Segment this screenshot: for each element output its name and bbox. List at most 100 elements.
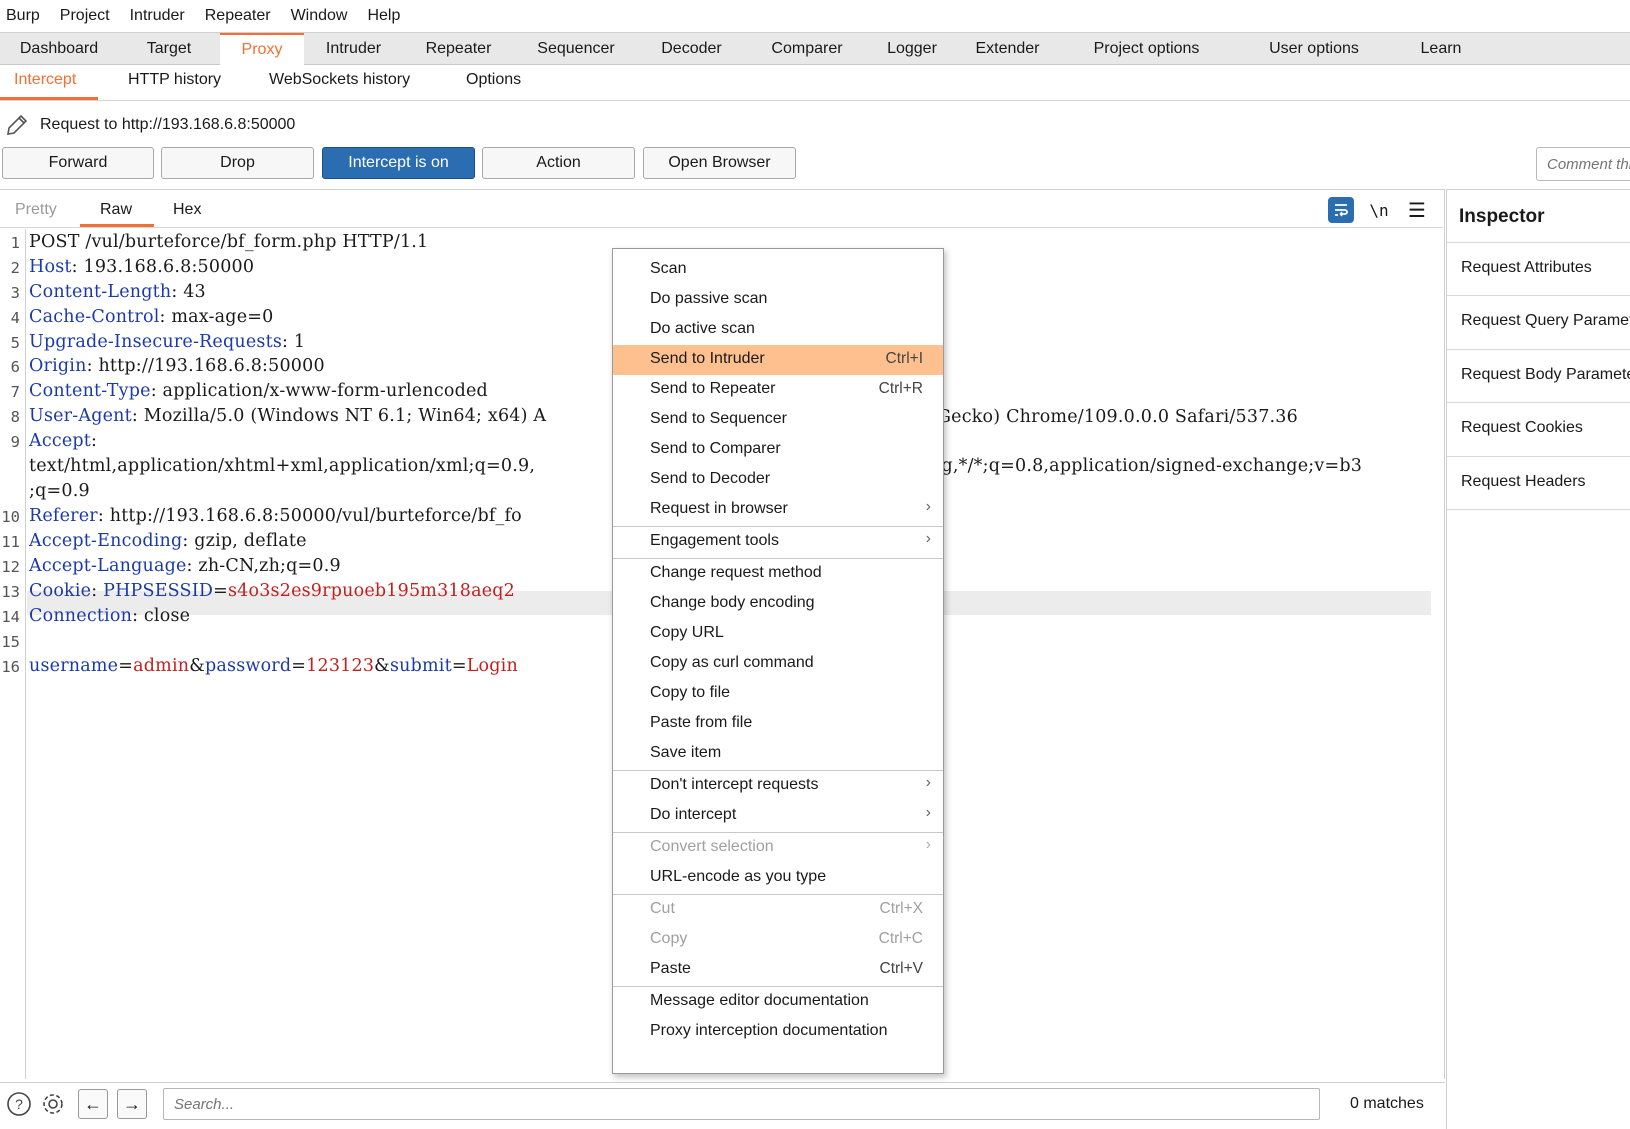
menu-item-label: URL-encode as you type: [650, 868, 827, 885]
code-text: : 1: [282, 332, 306, 352]
word-wrap-icon[interactable]: [1328, 197, 1354, 223]
inspector-request-headers[interactable]: Request Headers: [1447, 456, 1630, 510]
main-tab-dashboard[interactable]: Dashboard: [0, 33, 118, 65]
main-tab-comparer[interactable]: Comparer: [745, 33, 869, 65]
param-value: Login: [466, 656, 518, 676]
main-tab-intruder[interactable]: Intruder: [304, 33, 403, 65]
context-menu-item-copy-url[interactable]: Copy URL: [613, 619, 943, 649]
main-tab-decoder[interactable]: Decoder: [638, 33, 745, 65]
show-newlines-icon[interactable]: \n: [1366, 197, 1392, 223]
menu-intruder[interactable]: Intruder: [124, 7, 195, 25]
context-menu-item-do-active-scan[interactable]: Do active scan: [613, 315, 943, 345]
action-button[interactable]: Action: [482, 147, 635, 179]
forward-button[interactable]: Forward: [2, 147, 154, 179]
comment-input[interactable]: [1536, 147, 1630, 181]
code-line: Accept-Encoding: gzip, deflate: [29, 531, 307, 551]
context-menu-item-send-to-sequencer[interactable]: Send to Sequencer: [613, 405, 943, 435]
main-tab-logger[interactable]: Logger: [869, 33, 955, 65]
context-menu-item-send-to-intruder[interactable]: Send to Intruder Ctrl+I: [613, 345, 943, 375]
context-menu-item-message-editor-documentation[interactable]: Message editor documentation: [613, 987, 943, 1017]
code-line: text/html,application/xhtml+xml,applicat…: [29, 456, 535, 476]
main-tab-repeater[interactable]: Repeater: [403, 33, 514, 65]
menu-project[interactable]: Project: [54, 7, 120, 25]
code-text: : Mozilla/5.0 (Windows NT 6.1; Win64; x6…: [131, 406, 547, 426]
line-number: 12: [1, 558, 20, 576]
line-number: 15: [1, 633, 20, 651]
menu-item-label: Send to Repeater: [650, 380, 776, 397]
line-number-gutter: 1 2 3 4 5 6 7 8 9 10 11 12 13 14 15 16: [0, 229, 26, 1079]
code-line: Content-Length: 43: [29, 282, 206, 302]
sub-tab-websockets-history[interactable]: WebSockets history: [269, 71, 410, 89]
context-menu-item-do-intercept[interactable]: Do intercept ›: [613, 801, 943, 831]
code-text: : max-age=0: [159, 307, 274, 327]
main-tab-proxy[interactable]: Proxy: [220, 33, 304, 65]
inspector-request-body-parameters[interactable]: Request Body Parameters: [1447, 349, 1630, 403]
tab-hex[interactable]: Hex: [173, 201, 201, 219]
main-tab-user-options[interactable]: User options: [1233, 33, 1395, 65]
main-tab-extender[interactable]: Extender: [955, 33, 1060, 65]
header-name: password: [205, 656, 292, 676]
sub-tab-http-history[interactable]: HTTP history: [128, 71, 221, 89]
context-menu-item-paste-from-file[interactable]: Paste from file: [613, 709, 943, 739]
submenu-chevron-icon: ›: [925, 530, 931, 547]
context-menu-item-proxy-interception-documentation[interactable]: Proxy interception documentation: [613, 1017, 943, 1047]
context-menu-item-url-encode-as-you-type[interactable]: URL-encode as you type: [613, 863, 943, 893]
menu-item-label: Change body encoding: [650, 594, 815, 611]
context-menu-item-copy-to-file[interactable]: Copy to file: [613, 679, 943, 709]
menu-item-shortcut: Ctrl+I: [885, 350, 923, 367]
gear-icon[interactable]: [39, 1090, 67, 1118]
main-tab-target[interactable]: Target: [118, 33, 220, 65]
line-number: 9: [10, 433, 20, 451]
context-menu-item-request-in-browser[interactable]: Request in browser ›: [613, 495, 943, 525]
inspector-request-query-parameters[interactable]: Request Query Parameters: [1447, 295, 1630, 349]
previous-match-button[interactable]: ←: [78, 1089, 108, 1119]
menu-item-label: Copy to file: [650, 684, 731, 701]
tab-raw[interactable]: Raw: [100, 201, 132, 219]
menu-window[interactable]: Window: [285, 7, 358, 25]
intercept-toggle-button[interactable]: Intercept is on: [322, 147, 475, 179]
pencil-icon[interactable]: [4, 112, 30, 138]
context-menu-item-engagement-tools[interactable]: Engagement tools ›: [613, 527, 943, 557]
context-menu-item-scan[interactable]: Scan: [613, 255, 943, 285]
inspector-request-cookies[interactable]: Request Cookies: [1447, 402, 1630, 456]
code-line: Cookie: PHPSESSID=s4o3s2es9rpuoeb195m318…: [29, 581, 515, 601]
menu-help[interactable]: Help: [361, 7, 410, 25]
drop-button[interactable]: Drop: [161, 147, 314, 179]
code-text: =: [291, 656, 307, 676]
context-menu-item-send-to-comparer[interactable]: Send to Comparer: [613, 435, 943, 465]
context-menu-item-save-item[interactable]: Save item: [613, 739, 943, 769]
line-number: 7: [10, 383, 20, 401]
main-tab-learn[interactable]: Learn: [1395, 33, 1487, 65]
open-browser-button[interactable]: Open Browser: [643, 147, 796, 179]
context-menu-item-copy-as-curl-command[interactable]: Copy as curl command: [613, 649, 943, 679]
context-menu-item-send-to-repeater[interactable]: Send to Repeater Ctrl+R: [613, 375, 943, 405]
context-menu-item-don-t-intercept-requests[interactable]: Don't intercept requests ›: [613, 771, 943, 801]
code-text: :: [91, 581, 104, 601]
sub-tab-options[interactable]: Options: [466, 71, 521, 89]
menu-item-label: Send to Intruder: [650, 350, 765, 367]
context-menu-item-do-passive-scan[interactable]: Do passive scan: [613, 285, 943, 315]
sub-tab-intercept[interactable]: Intercept: [14, 71, 76, 89]
hamburger-menu-icon[interactable]: ☰: [1404, 197, 1430, 223]
code-line: Origin: http://193.168.6.8:50000: [29, 356, 325, 376]
context-menu-item-change-request-method[interactable]: Change request method: [613, 559, 943, 589]
context-menu-item-change-body-encoding[interactable]: Change body encoding: [613, 589, 943, 619]
next-match-button[interactable]: →: [117, 1089, 147, 1119]
main-tab-sequencer[interactable]: Sequencer: [514, 33, 638, 65]
header-name: Upgrade-Insecure-Requests: [29, 332, 283, 352]
menu-repeater[interactable]: Repeater: [199, 7, 281, 25]
help-icon[interactable]: ?: [5, 1090, 33, 1118]
code-text: : http://193.168.6.8:50000/vul/burteforc…: [97, 506, 522, 526]
menu-burp[interactable]: Burp: [0, 7, 50, 25]
menu-item-label: Message editor documentation: [650, 992, 869, 1009]
inspector-request-attributes[interactable]: Request Attributes: [1447, 242, 1630, 296]
overflow-text-line8: Gecko) Chrome/109.0.0.0 Safari/537.36: [937, 407, 1298, 427]
context-menu-item-send-to-decoder[interactable]: Send to Decoder: [613, 465, 943, 495]
menu-item-label: Engagement tools: [650, 532, 779, 549]
line-number: 6: [10, 358, 20, 376]
main-tab-project-options[interactable]: Project options: [1060, 33, 1233, 65]
context-menu-item-paste[interactable]: Paste Ctrl+V: [613, 955, 943, 985]
search-input[interactable]: [163, 1088, 1320, 1120]
editor-view-tabs: Pretty Raw Hex: [0, 190, 1443, 228]
tab-pretty[interactable]: Pretty: [15, 201, 57, 219]
